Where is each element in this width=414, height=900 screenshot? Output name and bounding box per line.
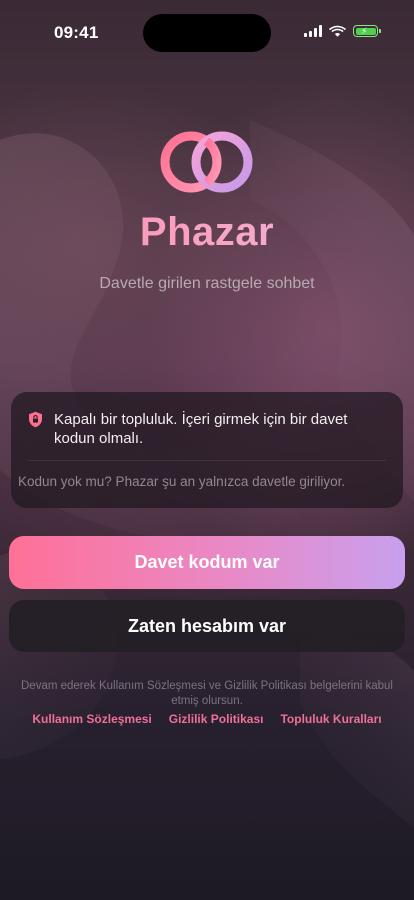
- status-time: 09:41: [54, 23, 99, 42]
- wifi-icon: [329, 25, 346, 37]
- app-tagline: Davetle girilen rastgele sohbet: [99, 275, 315, 292]
- have-invite-code-button[interactable]: Davet kodum var: [9, 536, 405, 589]
- invite-info-card: Kapalı bir topluluk. İçeri girmek için b…: [11, 392, 403, 508]
- legal-links: Kullanım Sözleşmesi Gizlilik Politikası …: [0, 712, 414, 726]
- battery-charging-icon: ⚡: [353, 25, 381, 37]
- shield-icon: [29, 411, 42, 428]
- dynamic-island: [143, 14, 271, 52]
- already-have-account-button[interactable]: Zaten hesabım var: [9, 600, 405, 652]
- phazar-logo-rings-icon: [160, 131, 253, 193]
- community-guidelines-link[interactable]: Topluluk Kuralları: [280, 712, 381, 726]
- privacy-policy-link[interactable]: Gizlilik Politikası: [169, 712, 264, 726]
- app-name: Phazar: [0, 210, 414, 255]
- no-code-hint: Kodun yok mu? Phazar şu an yalnızca dave…: [18, 474, 346, 489]
- cellular-signal-icon: [304, 25, 322, 37]
- invite-required-message: Kapalı bir topluluk. İçeri girmek için b…: [54, 411, 348, 447]
- terms-of-use-link[interactable]: Kullanım Sözleşmesi: [32, 712, 151, 726]
- card-divider: [28, 460, 386, 461]
- status-icons: ⚡: [304, 25, 381, 37]
- status-bar: 09:41 ⚡: [0, 0, 414, 64]
- legal-consent-text: Devam ederek Kullanım Sözleşmesi ve Gizl…: [21, 680, 393, 707]
